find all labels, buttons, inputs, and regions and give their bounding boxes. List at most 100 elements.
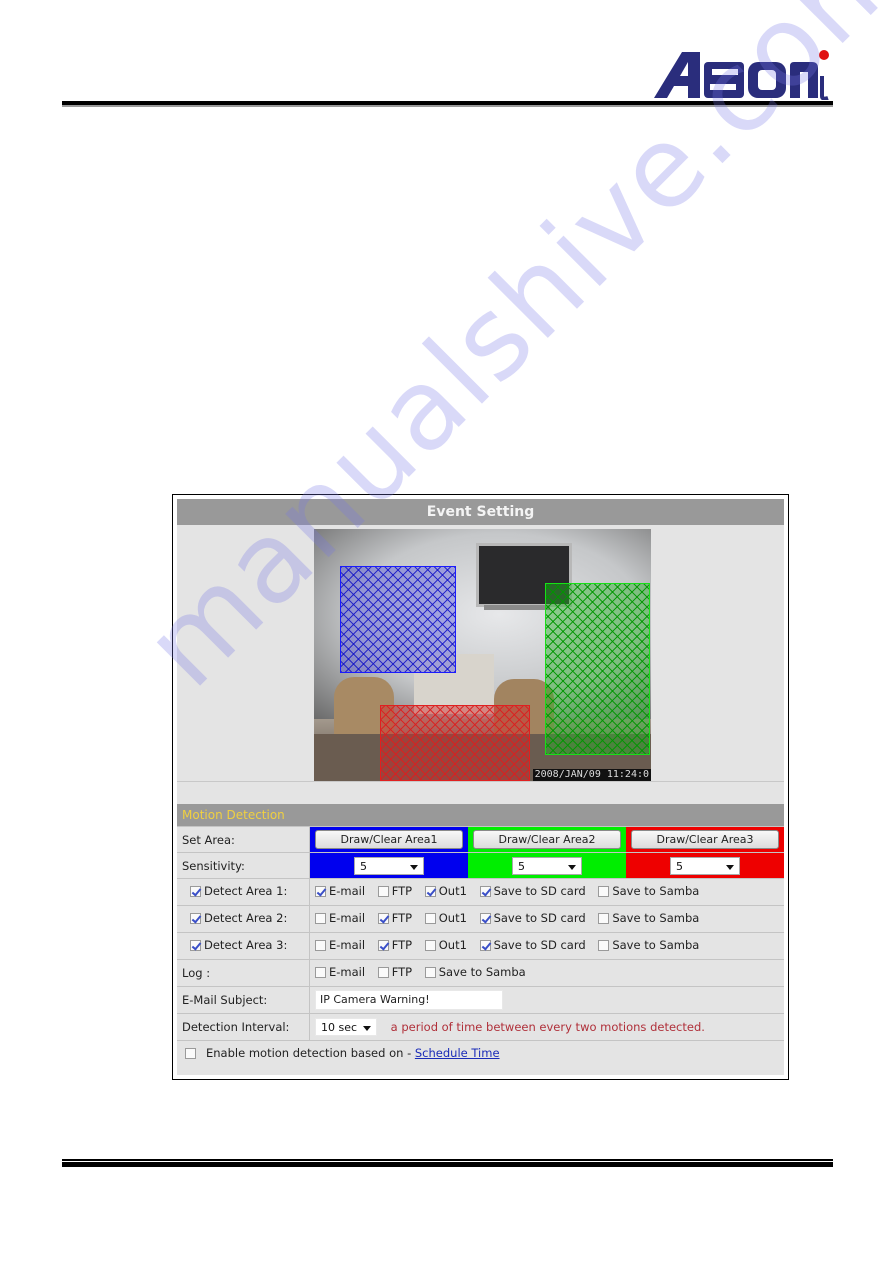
area3-ftp-checkbox[interactable] [377,939,389,951]
option-label: FTP [391,938,413,953]
detect-area-1-checkbox[interactable] [190,885,201,897]
option-label: Save to SD card [493,938,586,953]
option-label: FTP [391,911,413,926]
event-setting-panel: Event Setting 2008/JAN/09 11:24:0 Motion… [172,494,789,1080]
area1-sensitivity-cell: 5 [309,852,468,879]
dropdown-arrow-icon [410,864,418,870]
option-label: E-mail [329,965,366,980]
option-label: Save to SD card [493,884,586,899]
area2-sensitivity-cell: 5 [468,852,626,879]
header-rule [62,101,833,107]
selected-value: 5 [518,859,525,873]
detection-interval-hint: a period of time between every two motio… [390,1020,705,1034]
area1-out1-checkbox[interactable] [424,885,436,897]
detect-area-2-label: Detect Area 2: [204,911,288,926]
detect-area-3-checkbox[interactable] [190,939,201,951]
camera-timestamp: 2008/JAN/09 11:24:0 [532,769,651,781]
log-row: Log : E-mail FTP Save to Samba [177,959,784,987]
area3-out1-checkbox[interactable] [424,939,436,951]
schedule-cell: Enable motion detection based on - Sched… [177,1040,784,1067]
option-label: Save to SD card [493,911,586,926]
section-title-motion-detection: Motion Detection [177,804,784,826]
option-label: E-mail [329,884,366,899]
option-label: Save to Samba [612,884,700,899]
area3-email-checkbox[interactable] [315,939,326,951]
camera-scene-tv-stand [484,605,550,610]
detect-area-2-label-cell: Detect Area 2: [177,905,310,933]
area3-sensitivity-select[interactable]: 5 [670,856,740,875]
sensitivity-label: Sensitivity: [177,852,310,879]
asoni-logo [652,46,832,101]
dropdown-arrow-icon [363,1026,371,1031]
area3-sd-card-checkbox[interactable] [479,939,491,951]
detect-area-row: Detect Area 1: E-mail FTP Out1 Save to S… [177,878,784,906]
area2-email-checkbox[interactable] [315,912,326,924]
log-ftp-checkbox[interactable] [377,966,389,978]
draw-clear-area1-button[interactable]: Draw/Clear Area1 [315,830,463,849]
option-label: Save to Samba [612,911,700,926]
selected-value: 5 [360,859,367,873]
footer-rule [62,1159,833,1168]
email-subject-label: E-Mail Subject: [177,986,310,1014]
detect-area-2-checkbox[interactable] [190,912,201,924]
schedule-time-link[interactable]: Schedule Time [415,1046,500,1060]
detect-area-row: Detect Area 2: E-mail FTP Out1 Save to S… [177,905,784,933]
detect-area-2-options: E-mail FTP Out1 Save to SD card Save to … [309,905,784,933]
detection-interval-select[interactable]: 10 sec [315,1018,377,1036]
log-label: Log : [177,959,310,987]
dropdown-arrow-icon [726,864,734,870]
area3-samba-checkbox[interactable] [598,939,610,951]
motion-area-3[interactable] [380,705,530,781]
schedule-row: Enable motion detection based on - Sched… [177,1040,784,1067]
log-samba-checkbox[interactable] [424,966,436,978]
area1-ftp-checkbox[interactable] [377,885,389,897]
area2-cell: Draw/Clear Area2 [468,826,626,853]
draw-clear-area2-button[interactable]: Draw/Clear Area2 [473,830,621,849]
camera-preview-row: 2008/JAN/09 11:24:0 [177,525,784,782]
detect-area-1-options: E-mail FTP Out1 Save to SD card Save to … [309,878,784,906]
area2-out1-checkbox[interactable] [424,912,436,924]
motion-detection-form: Set Area: Draw/Clear Area1 Draw/Clear Ar… [177,826,784,1067]
detect-area-1-label: Detect Area 1: [204,884,288,899]
dropdown-arrow-icon [568,864,576,870]
schedule-label: Enable motion detection based on - [206,1046,415,1061]
area3-sensitivity-cell: 5 [626,852,784,879]
email-subject-cell: IP Camera Warning! [309,986,784,1014]
area1-email-checkbox[interactable] [315,885,326,897]
sensitivity-row: Sensitivity: 5 5 5 [177,852,784,879]
detect-area-row: Detect Area 3: E-mail FTP Out1 Save to S… [177,932,784,960]
detect-area-3-label: Detect Area 3: [204,938,288,953]
area2-sensitivity-select[interactable]: 5 [512,856,582,875]
area2-sd-card-checkbox[interactable] [479,912,491,924]
option-label: Out1 [438,938,467,953]
motion-area-2[interactable] [545,583,650,755]
draw-clear-area3-button[interactable]: Draw/Clear Area3 [631,830,779,849]
area2-ftp-checkbox[interactable] [377,912,389,924]
option-label: FTP [391,884,413,899]
option-label: Out1 [438,884,467,899]
option-label: E-mail [329,911,366,926]
area1-samba-checkbox[interactable] [598,885,610,897]
area1-sensitivity-select[interactable]: 5 [354,856,424,875]
schedule-enable-checkbox[interactable] [185,1047,196,1059]
log-options: E-mail FTP Save to Samba [309,959,784,987]
set-area-label: Set Area: [177,826,310,853]
detect-area-3-label-cell: Detect Area 3: [177,932,310,960]
option-label: Save to Samba [612,938,700,953]
email-subject-row: E-Mail Subject: IP Camera Warning! [177,986,784,1014]
selected-value: 5 [676,859,683,873]
email-subject-input[interactable]: IP Camera Warning! [315,990,503,1010]
area2-samba-checkbox[interactable] [598,912,610,924]
option-label: E-mail [329,938,366,953]
area1-sd-card-checkbox[interactable] [479,885,491,897]
motion-area-1[interactable] [340,566,456,673]
detection-interval-row: Detection Interval: 10 sec a period of t… [177,1013,784,1041]
camera-preview[interactable]: 2008/JAN/09 11:24:0 [314,529,651,781]
set-area-row: Set Area: Draw/Clear Area1 Draw/Clear Ar… [177,826,784,853]
log-email-checkbox[interactable] [315,966,326,978]
selected-value: 10 sec [321,1021,358,1034]
option-label: FTP [391,965,413,980]
detect-area-3-options: E-mail FTP Out1 Save to SD card Save to … [309,932,784,960]
area3-cell: Draw/Clear Area3 [626,826,784,853]
